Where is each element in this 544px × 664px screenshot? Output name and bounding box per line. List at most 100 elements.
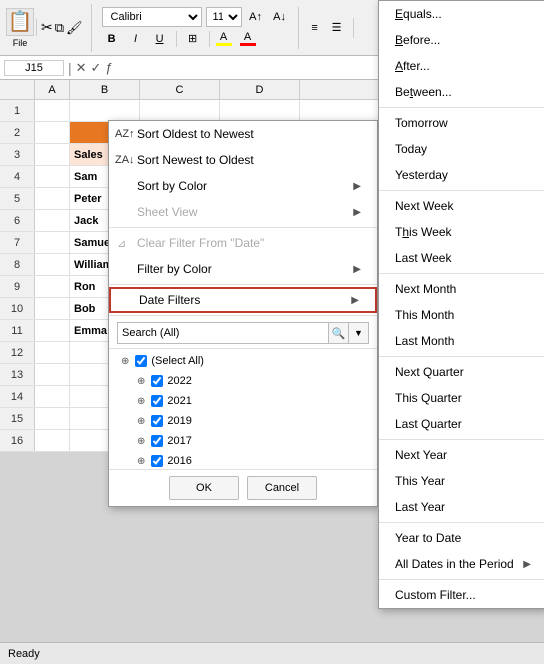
list-item[interactable]: ⊕ 2021: [117, 391, 369, 411]
cell-13a[interactable]: [35, 364, 70, 385]
cell-2a[interactable]: [35, 122, 70, 143]
this-week-item[interactable]: This Week: [379, 219, 544, 245]
expand-2021[interactable]: ⊕: [137, 396, 145, 407]
cell-1d[interactable]: [220, 100, 300, 121]
cancel-button[interactable]: Cancel: [247, 476, 317, 500]
equals-item[interactable]: Equals...: [379, 1, 544, 27]
year-to-date-item[interactable]: Year to Date: [379, 525, 544, 551]
year-2019-checkbox[interactable]: [151, 415, 163, 427]
last-quarter-item[interactable]: Last Quarter: [379, 411, 544, 437]
borders-button[interactable]: ⊞: [183, 29, 203, 49]
cell-10a[interactable]: [35, 298, 70, 319]
cell-6a[interactable]: [35, 210, 70, 231]
align-left-button[interactable]: ≡: [305, 18, 325, 38]
font-name-selector[interactable]: Calibri: [102, 7, 202, 27]
decrease-font-button[interactable]: A↓: [270, 7, 290, 27]
year-2017-checkbox[interactable]: [151, 435, 163, 447]
search-button[interactable]: 🔍: [329, 322, 349, 344]
expand-2017[interactable]: ⊕: [137, 436, 145, 447]
before-item[interactable]: Before...: [379, 27, 544, 53]
paste-button[interactable]: 📋: [6, 8, 34, 36]
year-2021-checkbox[interactable]: [151, 395, 163, 407]
year-2019-label: 2019: [167, 415, 191, 427]
increase-font-button[interactable]: A↑: [246, 7, 266, 27]
context-menu: AZ↑ Sort Oldest to Newest ZA↓ Sort Newes…: [108, 120, 378, 507]
cell-1b[interactable]: [70, 100, 140, 121]
yesterday-item[interactable]: Yesterday: [379, 162, 544, 188]
align-center-button[interactable]: ☰: [327, 18, 347, 38]
expand-2016[interactable]: ⊕: [137, 456, 145, 467]
expand-select-all[interactable]: ⊕: [121, 356, 129, 367]
expand-2019[interactable]: ⊕: [137, 416, 145, 427]
sheet-view-item[interactable]: Sheet View ▶: [109, 199, 377, 225]
today-label: Today: [395, 142, 427, 156]
format-painter-icon[interactable]: 🖌: [66, 20, 83, 36]
ok-button[interactable]: OK: [169, 476, 239, 500]
expand-formula-icon[interactable]: ✕: [76, 60, 87, 76]
underline-button[interactable]: U: [150, 29, 170, 49]
bold-button[interactable]: B: [102, 29, 122, 49]
font-color-button[interactable]: A: [240, 31, 256, 46]
clear-filter-item[interactable]: ⊿ Clear Filter From "Date": [109, 230, 377, 256]
sort-oldest-item[interactable]: AZ↑ Sort Oldest to Newest: [109, 121, 377, 147]
copy-icon[interactable]: ⧉: [55, 20, 64, 36]
cell-3a[interactable]: [35, 144, 70, 165]
cell-1a[interactable]: [35, 100, 70, 121]
tomorrow-item[interactable]: Tomorrow: [379, 110, 544, 136]
cell-9a[interactable]: [35, 276, 70, 297]
cell-5a[interactable]: [35, 188, 70, 209]
all-dates-item[interactable]: All Dates in the Period ▶: [379, 551, 544, 577]
italic-button[interactable]: I: [126, 29, 146, 49]
after-label: After...: [395, 59, 430, 73]
cell-4a[interactable]: [35, 166, 70, 187]
next-week-item[interactable]: Next Week: [379, 193, 544, 219]
next-month-item[interactable]: Next Month: [379, 276, 544, 302]
after-item[interactable]: After...: [379, 53, 544, 79]
select-all-checkbox[interactable]: [135, 355, 147, 367]
last-month-item[interactable]: Last Month: [379, 328, 544, 354]
font-group: Calibri 11 A↑ A↓ B I U ⊞ A A: [102, 7, 299, 49]
cell-11a[interactable]: [35, 320, 70, 341]
scissors-icon[interactable]: ✂: [41, 19, 53, 36]
next-year-item[interactable]: Next Year: [379, 442, 544, 468]
highlight-color-button[interactable]: A: [216, 31, 232, 46]
cell-15a[interactable]: [35, 408, 70, 429]
list-item[interactable]: ⊕ 2016: [117, 451, 369, 469]
today-item[interactable]: Today: [379, 136, 544, 162]
this-month-item[interactable]: This Month: [379, 302, 544, 328]
cell-12a[interactable]: [35, 342, 70, 363]
cell-14a[interactable]: [35, 386, 70, 407]
last-quarter-label: Last Quarter: [395, 417, 462, 431]
last-week-item[interactable]: Last Week: [379, 245, 544, 271]
date-filters-item[interactable]: Date Filters ▶: [109, 287, 377, 313]
this-quarter-item[interactable]: This Quarter: [379, 385, 544, 411]
last-year-item[interactable]: Last Year: [379, 494, 544, 520]
sort-by-color-item[interactable]: Sort by Color ▶: [109, 173, 377, 199]
next-quarter-label: Next Quarter: [395, 365, 464, 379]
next-quarter-item[interactable]: Next Quarter: [379, 359, 544, 385]
list-item[interactable]: ⊕ 2017: [117, 431, 369, 451]
search-dropdown-button[interactable]: ▼: [349, 322, 369, 344]
custom-filter-item[interactable]: Custom Filter...: [379, 582, 544, 608]
list-item[interactable]: ⊕ 2019: [117, 411, 369, 431]
font-size-selector[interactable]: 11: [206, 7, 242, 27]
cell-8a[interactable]: [35, 254, 70, 275]
this-year-item[interactable]: This Year: [379, 468, 544, 494]
list-item[interactable]: ⊕ (Select All): [117, 351, 369, 371]
cell-7a[interactable]: [35, 232, 70, 253]
row-number: 5: [0, 188, 35, 209]
expand-2022[interactable]: ⊕: [137, 376, 145, 387]
list-item[interactable]: ⊕ 2022: [117, 371, 369, 391]
cell-16a[interactable]: [35, 430, 70, 451]
search-input[interactable]: [117, 322, 329, 344]
between-item[interactable]: Between...: [379, 79, 544, 105]
cell-reference-box[interactable]: J15: [4, 60, 64, 76]
insert-function-icon[interactable]: ƒ: [105, 60, 112, 75]
filter-by-color-item[interactable]: Filter by Color ▶: [109, 256, 377, 282]
clipboard-group: 📋 File ✂ ⧉ 🖌: [6, 4, 92, 52]
confirm-formula-icon[interactable]: ✓: [91, 60, 102, 76]
sort-newest-item[interactable]: ZA↓ Sort Newest to Oldest: [109, 147, 377, 173]
year-2022-checkbox[interactable]: [151, 375, 163, 387]
cell-1c[interactable]: [140, 100, 220, 121]
year-2016-checkbox[interactable]: [151, 455, 163, 467]
